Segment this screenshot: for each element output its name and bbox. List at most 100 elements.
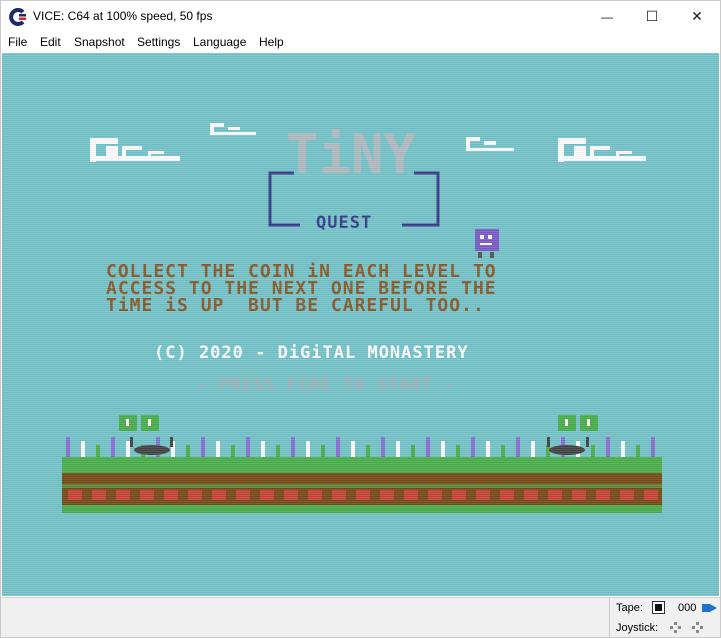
copyright-text: (C) 2020 - DiGiTAL MONASTERY (154, 343, 469, 363)
vice-logo-icon (9, 8, 26, 26)
ground-plant (321, 445, 325, 457)
ground-plant (516, 437, 520, 457)
sign-right (558, 415, 598, 431)
ground-plant (621, 441, 625, 457)
spider-enemy-right (547, 437, 589, 455)
cloud-small-left (210, 123, 256, 135)
instruction-line-3: TiME iS UP BUT BE CAREFUL TOO.. (106, 295, 485, 316)
ground-brick (476, 490, 490, 500)
ground-brick (164, 490, 178, 500)
ground-plant (486, 441, 490, 457)
ground-plant (216, 441, 220, 457)
ground-platform (62, 457, 662, 513)
maximize-button[interactable]: ☐ (629, 1, 675, 32)
ground-plant (96, 445, 100, 457)
ground-brick (116, 490, 130, 500)
ground-plant (381, 437, 385, 457)
ground-brick (452, 490, 466, 500)
ground-brick (356, 490, 370, 500)
vice-window: VICE: C64 at 100% speed, 50 fps — ☐ ✕ Fi… (0, 0, 721, 638)
ground-brick (644, 490, 658, 500)
ground-plant (426, 437, 430, 457)
ground-plant (291, 437, 295, 457)
ground-plant (606, 437, 610, 457)
joystick-label: Joystick: (616, 622, 659, 634)
ground-brick (620, 490, 634, 500)
ground-brick (188, 490, 202, 500)
ground-brick (68, 490, 82, 500)
menu-language[interactable]: Language (193, 35, 246, 49)
ground-plant (351, 441, 355, 457)
ground-brick (284, 490, 298, 500)
ground-plant (366, 445, 370, 457)
ground-brick (428, 490, 442, 500)
spider-enemy-left (130, 437, 173, 455)
ground-brick (236, 490, 250, 500)
ground-plant (111, 437, 115, 457)
ground-plant (471, 437, 475, 457)
ground-plant (411, 445, 415, 457)
minimize-icon: — (601, 9, 613, 24)
purple-character (475, 229, 499, 258)
window-title: VICE: C64 at 100% speed, 50 fps (33, 9, 213, 23)
ground-plant (246, 437, 250, 457)
ground-plant (531, 441, 535, 457)
title-bar[interactable]: VICE: C64 at 100% speed, 50 fps — ☐ ✕ (1, 1, 720, 32)
ground-plant (186, 445, 190, 457)
ground-plant (126, 441, 130, 457)
menu-settings[interactable]: Settings (137, 35, 180, 49)
ground-brick (404, 490, 418, 500)
cloud-small-right (466, 137, 514, 151)
menu-edit[interactable]: Edit (40, 35, 61, 49)
minimize-button[interactable]: — (584, 1, 630, 32)
press-fire-text: - PRESS FiRE TO START - (197, 375, 456, 395)
ground-plant (231, 445, 235, 457)
ground-plant (66, 437, 70, 457)
menu-help[interactable]: Help (259, 35, 284, 49)
menu-snapshot[interactable]: Snapshot (74, 35, 125, 49)
ground-brick (308, 490, 322, 500)
status-panel: Tape: 000 Joystick: (609, 598, 720, 637)
ground-brick (548, 490, 562, 500)
ground-plant (336, 437, 340, 457)
ground-brick (380, 490, 394, 500)
ground-plant (651, 437, 655, 457)
tape-counter: 000 (678, 602, 697, 614)
ground-brick (596, 490, 610, 500)
ground-plant (261, 441, 265, 457)
logo-title: TiNY (286, 123, 417, 186)
ground-brick (260, 490, 274, 500)
close-button[interactable]: ✕ (674, 1, 720, 32)
ground-brick (332, 490, 346, 500)
close-icon: ✕ (691, 8, 703, 24)
sign-left (119, 415, 159, 431)
ground-plant (591, 445, 595, 457)
ground-plant (81, 441, 85, 457)
ground-plant (276, 445, 280, 457)
emulator-screen[interactable]: TiNY QUEST COLLECT THE COIN iN EACH LEVE… (2, 53, 719, 596)
joystick-indicator-icon (670, 622, 703, 633)
status-bar: Tape: 000 Joystick: (1, 597, 720, 637)
ground-brick (572, 490, 586, 500)
ground-brick (140, 490, 154, 500)
tape-stop-icon[interactable] (652, 601, 665, 614)
ground-brick (524, 490, 538, 500)
cloud-left (90, 138, 180, 162)
ground-plant (441, 441, 445, 457)
cloud-right (558, 138, 646, 162)
ground-plant (501, 445, 505, 457)
ground-plant (636, 445, 640, 457)
ground-plant (396, 441, 400, 457)
ground-brick (212, 490, 226, 500)
menu-file[interactable]: File (8, 35, 27, 49)
menu-bar: File Edit Snapshot Settings Language Hel… (1, 32, 720, 52)
logo-subtitle: QUEST (316, 213, 373, 233)
tape-motor-icon (702, 604, 717, 612)
tape-label: Tape: (616, 602, 643, 614)
ground-brick (92, 490, 106, 500)
ground-brick (500, 490, 514, 500)
ground-plant (201, 437, 205, 457)
maximize-icon: ☐ (645, 8, 659, 24)
ground-plant (456, 445, 460, 457)
ground-plant (306, 441, 310, 457)
